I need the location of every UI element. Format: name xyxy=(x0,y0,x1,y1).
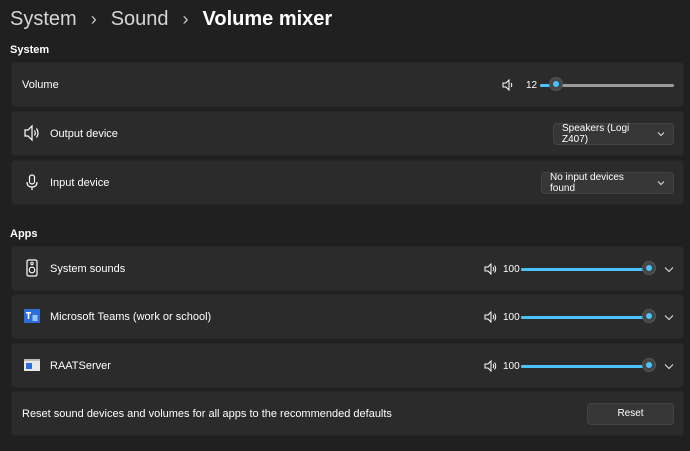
app-volume-slider[interactable] xyxy=(521,309,656,323)
app-label: System sounds xyxy=(50,263,126,275)
app-label: Microsoft Teams (work or school) xyxy=(50,311,212,323)
reset-description: Reset sound devices and volumes for all … xyxy=(22,408,392,420)
app-volume-slider[interactable] xyxy=(521,358,656,372)
chevron-down-icon xyxy=(657,178,665,189)
expand-chevron-icon[interactable] xyxy=(661,358,677,374)
volume-value: 12 xyxy=(526,80,538,91)
slider-thumb[interactable] xyxy=(642,261,656,275)
breadcrumb-sound[interactable]: Sound xyxy=(111,8,169,31)
output-device-label: Output device xyxy=(50,128,118,140)
page-title: Volume mixer xyxy=(202,7,333,30)
reset-card: Reset sound devices and volumes for all … xyxy=(11,391,684,436)
app-row-microsoft-teams: Microsoft Teams (work or school) 100 xyxy=(11,294,684,339)
input-device-card: Input device No input devices found xyxy=(11,160,684,205)
breadcrumb-separator-icon: › xyxy=(182,8,189,29)
speaker-output-icon xyxy=(24,124,39,142)
section-title-system: System xyxy=(10,44,50,56)
slider-fill xyxy=(521,365,649,368)
app-volume-value: 100 xyxy=(503,264,520,275)
microphone-icon xyxy=(26,174,38,190)
volume-label: Volume xyxy=(22,79,59,91)
input-device-label: Input device xyxy=(50,177,110,189)
app-row-system-sounds: System sounds 100 xyxy=(11,246,684,291)
speaker-icon[interactable] xyxy=(502,79,516,91)
output-device-selected: Speakers (Logi Z407) xyxy=(562,123,630,145)
section-title-apps: Apps xyxy=(10,228,38,240)
slider-thumb[interactable] xyxy=(642,358,656,372)
slider-thumb[interactable] xyxy=(549,77,563,91)
volume-card: Volume 12 xyxy=(11,62,684,107)
app-volume-value: 100 xyxy=(503,312,520,323)
slider-fill xyxy=(521,268,649,271)
slider-thumb[interactable] xyxy=(642,309,656,323)
system-sounds-app-icon xyxy=(26,259,38,277)
app-volume-slider[interactable] xyxy=(521,261,656,275)
speaker-icon[interactable] xyxy=(484,263,498,275)
app-row-raatserver: RAATServer 100 xyxy=(11,343,684,388)
app-label: RAATServer xyxy=(50,360,111,372)
chevron-down-icon xyxy=(657,129,665,140)
output-device-dropdown[interactable]: Speakers (Logi Z407) xyxy=(553,123,674,145)
speaker-icon[interactable] xyxy=(484,311,498,323)
input-device-dropdown[interactable]: No input devices found xyxy=(541,172,674,194)
app-volume-value: 100 xyxy=(503,361,520,372)
input-device-selected: No input devices found xyxy=(550,172,624,194)
breadcrumb-separator-icon: › xyxy=(90,8,97,29)
volume-slider[interactable] xyxy=(540,77,674,91)
expand-chevron-icon[interactable] xyxy=(661,261,677,277)
slider-fill xyxy=(521,316,649,319)
microsoft-teams-app-icon xyxy=(24,309,40,323)
breadcrumb-system[interactable]: System xyxy=(10,8,77,31)
output-device-card: Output device Speakers (Logi Z407) xyxy=(11,111,684,156)
expand-chevron-icon[interactable] xyxy=(661,309,677,325)
breadcrumb: System › Sound › Volume mixer xyxy=(10,4,332,34)
reset-button[interactable]: Reset xyxy=(587,403,674,425)
raatserver-app-icon xyxy=(24,359,40,371)
speaker-icon[interactable] xyxy=(484,360,498,372)
